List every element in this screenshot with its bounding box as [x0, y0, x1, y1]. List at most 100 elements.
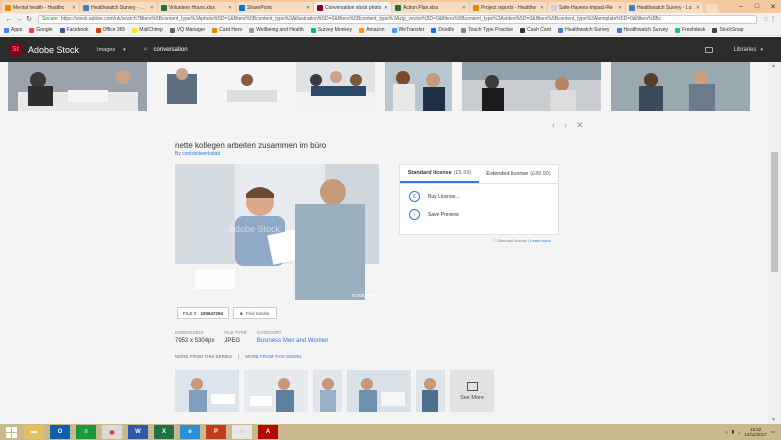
- result-thumbnail[interactable]: [611, 62, 750, 111]
- bookmark-item[interactable]: Office 365: [95, 27, 125, 33]
- internet-explorer-icon[interactable]: e: [180, 425, 200, 439]
- related-thumbnail[interactable]: [244, 370, 308, 412]
- acrobat-icon[interactable]: A: [258, 425, 278, 439]
- browser-tab[interactable]: Volunteer Hours.xlsx ✕: [158, 2, 235, 13]
- tab-close-icon[interactable]: ✕: [228, 5, 232, 11]
- app-icon[interactable]: ◌: [232, 425, 252, 439]
- forward-icon[interactable]: →: [14, 16, 24, 23]
- excel-icon[interactable]: X: [154, 425, 174, 439]
- start-button-icon[interactable]: [4, 426, 18, 438]
- tab-extended-license[interactable]: Extended license (£49.99): [479, 165, 558, 183]
- find-similar-button[interactable]: ◙ Find Similar: [233, 307, 277, 319]
- visual-search-camera-icon[interactable]: [705, 46, 714, 53]
- network-icon[interactable]: ▮: [732, 429, 734, 435]
- learn-more-link[interactable]: Learn more: [530, 238, 550, 243]
- browser-tab[interactable]: Healthwatch Survey - Lo ✕: [626, 2, 703, 13]
- browser-tab[interactable]: Conversation stock photo ✕: [314, 2, 391, 13]
- powerpoint-icon[interactable]: P: [206, 425, 226, 439]
- search-field[interactable]: ⌕ conversation: [144, 46, 188, 54]
- scroll-thumb[interactable]: [771, 152, 778, 272]
- browser-tab[interactable]: Mental health - Healthc ✕: [2, 2, 79, 13]
- back-icon[interactable]: ←: [4, 16, 14, 23]
- bookmark-item[interactable]: Healthwatch Survey: [616, 27, 668, 33]
- related-thumbnail[interactable]: [347, 370, 411, 412]
- more-from-model-link[interactable]: MORE FROM THIS MODEL: [245, 354, 302, 359]
- bookmark-item[interactable]: VQ Manager: [169, 27, 205, 33]
- notifications-icon[interactable]: ▭: [771, 429, 775, 435]
- bookmark-item[interactable]: StockSnap: [712, 27, 744, 33]
- close-detail-icon[interactable]: ✕: [576, 120, 584, 131]
- url-field[interactable]: Secure https://stock.adobe.com/uk/search…: [38, 14, 757, 24]
- related-thumbnail[interactable]: [313, 370, 342, 412]
- tab-close-icon[interactable]: ✕: [618, 5, 622, 11]
- adobe-stock-logo[interactable]: St: [9, 43, 22, 56]
- bookmark-item[interactable]: Amazon: [359, 27, 385, 33]
- bookmark-item[interactable]: Doodle: [431, 27, 454, 33]
- save-preview-button[interactable]: ↓ Save Preview: [409, 209, 558, 220]
- author-link[interactable]: contrastwerkstatt: [182, 151, 220, 157]
- bookmark-item[interactable]: Wellbeing and Health: [249, 27, 304, 33]
- tab-close-icon[interactable]: ✕: [72, 5, 76, 11]
- bookmark-item[interactable]: Freshdesk: [675, 27, 705, 33]
- bookmark-item[interactable]: Cash Card: [520, 27, 551, 33]
- asset-preview-image[interactable]: Adobe Stock #100647294: [175, 164, 379, 300]
- browser-tab[interactable]: Project reports - Healthw ✕: [470, 2, 547, 13]
- page-scrollbar[interactable]: ▲ ▼: [768, 62, 781, 424]
- browser-menu-icon[interactable]: ⋮: [769, 15, 777, 23]
- outlook-icon[interactable]: O: [50, 425, 70, 439]
- volume-icon[interactable]: ♪: [738, 430, 740, 435]
- tab-close-icon[interactable]: ✕: [150, 5, 154, 11]
- content-type-dropdown[interactable]: Images ▾: [97, 47, 126, 53]
- clock[interactable]: 15:32 12/11/2017: [745, 427, 767, 437]
- scroll-down-icon[interactable]: ▼: [771, 417, 776, 423]
- maximize-icon[interactable]: □: [749, 3, 765, 10]
- browser-tab[interactable]: SharePoint ✕: [236, 2, 313, 13]
- buy-license-button[interactable]: ₤ Buy License...: [409, 191, 558, 202]
- more-from-series-link[interactable]: MORE FROM THIS SERIES: [175, 354, 232, 359]
- browser-tab[interactable]: Action Plan.xlsx ✕: [392, 2, 469, 13]
- spotify-icon[interactable]: ≡: [76, 425, 96, 439]
- tab-close-icon[interactable]: ✕: [540, 5, 544, 11]
- tab-standard-license[interactable]: Standard license (£5.99): [400, 165, 479, 183]
- result-thumbnail[interactable]: [462, 62, 601, 111]
- close-window-icon[interactable]: ✕: [765, 3, 781, 11]
- tab-close-icon[interactable]: ✕: [306, 5, 310, 11]
- result-thumbnail[interactable]: [8, 62, 147, 111]
- tab-close-icon[interactable]: ✕: [696, 5, 700, 11]
- new-tab-button[interactable]: [704, 4, 720, 13]
- tab-close-icon[interactable]: ✕: [384, 5, 388, 11]
- result-thumbnail[interactable]: [296, 62, 375, 111]
- bookmark-item[interactable]: Card Hero: [212, 27, 242, 33]
- reload-icon[interactable]: ↻: [24, 15, 34, 23]
- tab-favicon-icon: [473, 4, 479, 11]
- bookmark-item[interactable]: Google: [29, 27, 53, 33]
- bookmark-item[interactable]: Apps: [4, 27, 22, 33]
- scroll-up-icon[interactable]: ▲: [771, 63, 776, 69]
- category-link[interactable]: Business Men and Women: [257, 338, 329, 344]
- see-more-button[interactable]: See More: [450, 370, 494, 412]
- brand-name[interactable]: Adobe Stock: [28, 45, 79, 55]
- tab-close-icon[interactable]: ✕: [462, 5, 466, 11]
- related-thumbnail[interactable]: [175, 370, 239, 412]
- browser-tab[interactable]: Healthwatch Survey - Hea ✕: [80, 2, 157, 13]
- bookmark-item[interactable]: MailChimp: [132, 27, 163, 33]
- file-number-button[interactable]: FILE #: 100647294: [177, 307, 230, 319]
- bookmark-item[interactable]: WeTransfer: [391, 27, 424, 33]
- browser-tab[interactable]: Safe-Havens-Impact-Re ✕: [548, 2, 625, 13]
- result-thumbnail[interactable]: [157, 62, 286, 111]
- bookmark-item[interactable]: Survey Monkey: [310, 27, 352, 33]
- next-icon[interactable]: ›: [564, 120, 567, 131]
- chrome-icon[interactable]: ◉: [102, 425, 122, 439]
- bookmark-favicon-icon: [29, 27, 35, 33]
- result-thumbnail[interactable]: [385, 62, 452, 111]
- minimize-icon[interactable]: –: [733, 3, 749, 10]
- libraries-menu[interactable]: Libraries: [733, 47, 756, 53]
- bookmark-item[interactable]: Touch Type Practise: [461, 27, 513, 33]
- file-explorer-icon[interactable]: ▬: [24, 425, 44, 439]
- tray-arrow-icon[interactable]: ˄: [725, 430, 728, 435]
- previous-icon[interactable]: ‹: [552, 120, 555, 131]
- related-thumbnail[interactable]: [416, 370, 445, 412]
- word-icon[interactable]: W: [128, 425, 148, 439]
- bookmark-item[interactable]: Healthwatch Survey: [558, 27, 610, 33]
- bookmark-item[interactable]: Facebook: [59, 27, 89, 33]
